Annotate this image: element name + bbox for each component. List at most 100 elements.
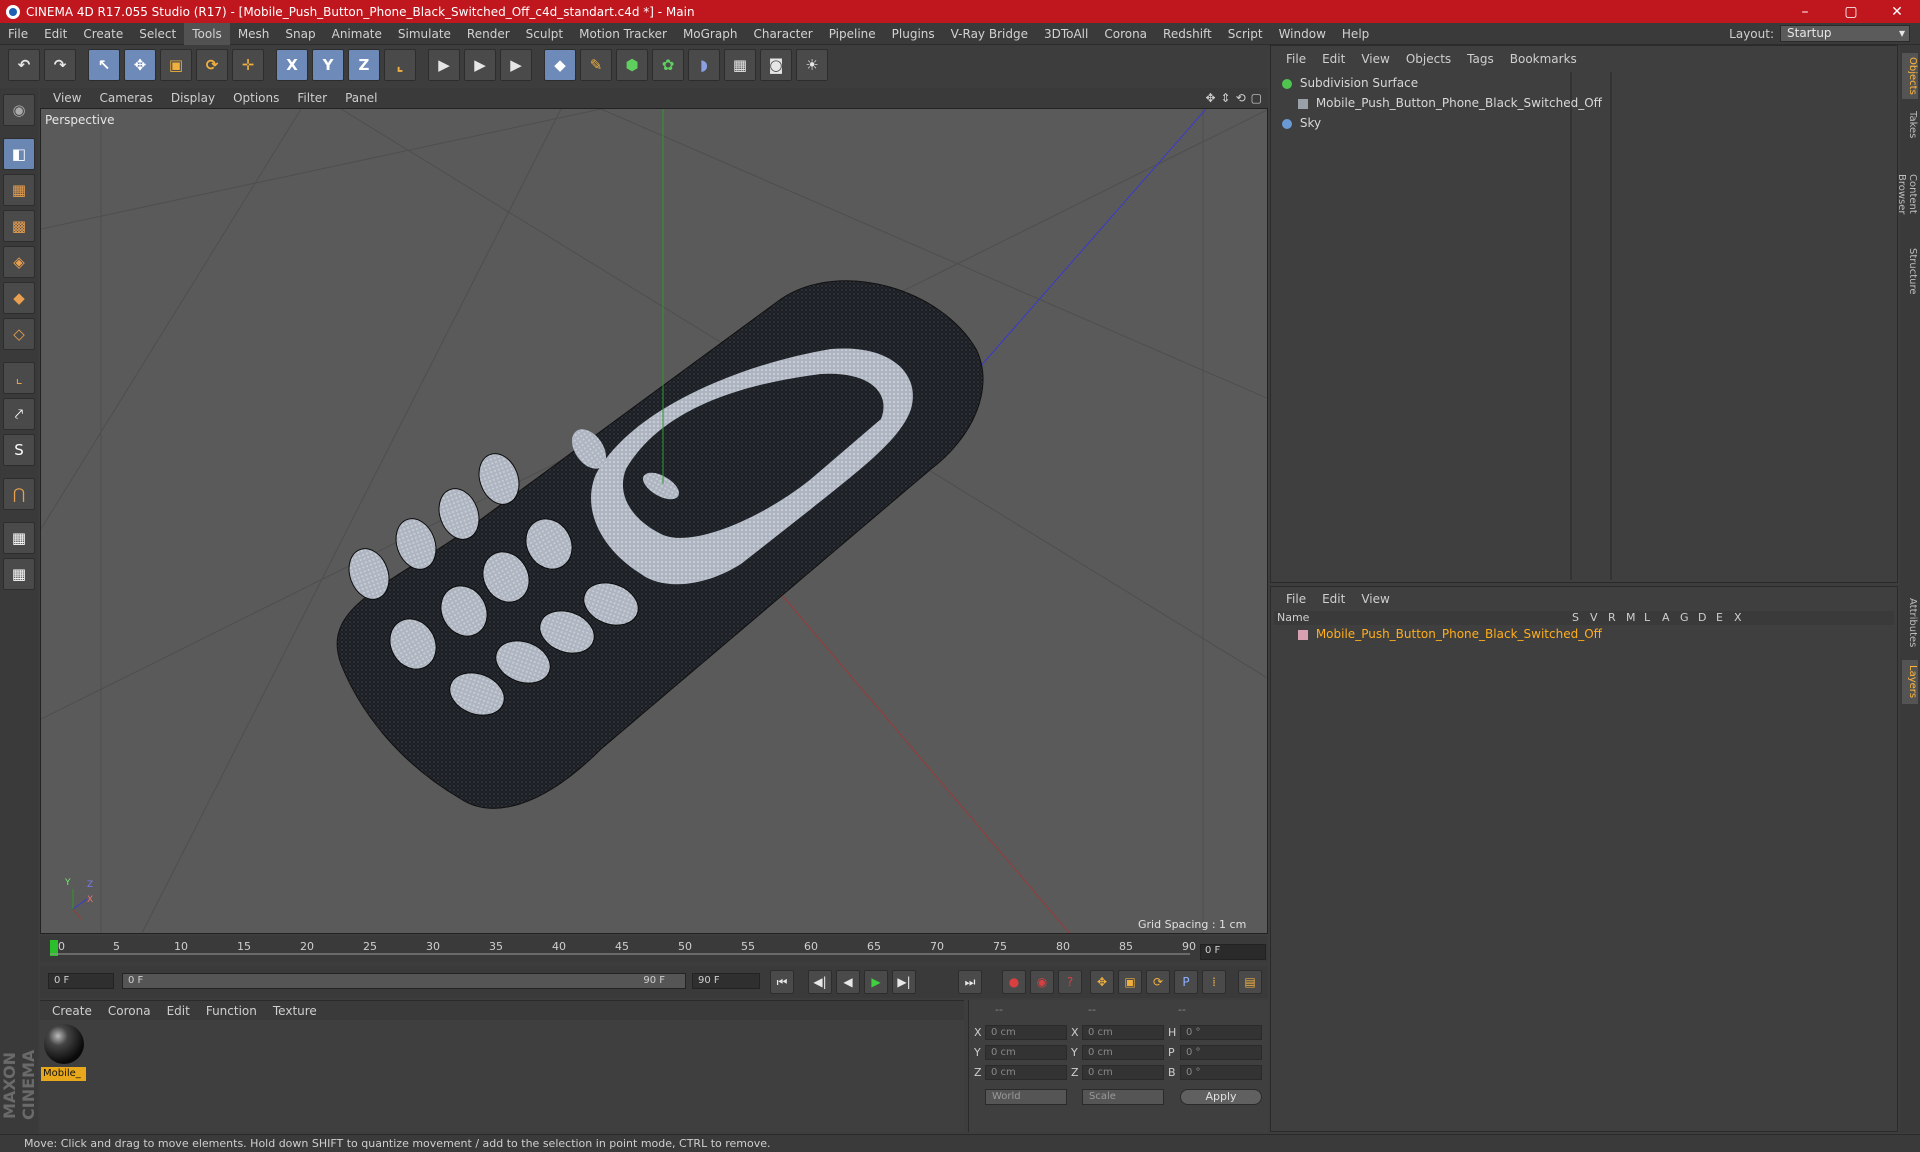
menu-animate[interactable]: Animate <box>324 23 390 45</box>
menu-vray-bridge[interactable]: V-Ray Bridge <box>943 23 1036 45</box>
objects-menu-bookmarks[interactable]: Bookmarks <box>1502 52 1585 66</box>
menu-redshift[interactable]: Redshift <box>1155 23 1220 45</box>
orbit-icon[interactable]: ⟲ <box>1236 91 1246 105</box>
render-picture-viewer-button[interactable]: ▶ <box>464 49 496 81</box>
menu-help[interactable]: Help <box>1334 23 1377 45</box>
scale-tool-button[interactable]: ▣ <box>160 49 192 81</box>
menu-script[interactable]: Script <box>1220 23 1271 45</box>
objects-menu-objects[interactable]: Objects <box>1398 52 1459 66</box>
tweak-mode-icon[interactable]: ⤤ <box>3 398 35 430</box>
key-parameter-icon[interactable]: P <box>1174 970 1198 994</box>
timeline-window-icon[interactable]: ▤ <box>1238 970 1262 994</box>
coordinate-system-button[interactable]: ⌞ <box>384 49 416 81</box>
menu-create[interactable]: Create <box>75 23 131 45</box>
timeline-ruler[interactable]: 0 5 10 15 20 25 30 35 40 45 50 55 60 65 … <box>40 936 1268 962</box>
rotation-b-field[interactable]: 0 ° <box>1180 1065 1262 1080</box>
maximize-view-icon[interactable]: ▢ <box>1251 91 1262 105</box>
edges-mode-icon[interactable]: ◆ <box>3 282 35 314</box>
layers-menu-file[interactable]: File <box>1278 592 1314 606</box>
autokey-icon[interactable]: ◉ <box>1030 970 1054 994</box>
cube-primitive-button[interactable]: ◆ <box>544 49 576 81</box>
objects-menu-file[interactable]: File <box>1278 52 1314 66</box>
record-icon[interactable]: ● <box>1002 970 1026 994</box>
menu-snap[interactable]: Snap <box>277 23 323 45</box>
play-button[interactable]: ▶ <box>864 970 888 994</box>
texture-mode-icon[interactable]: ▦ <box>3 174 35 206</box>
play-backwards-button[interactable]: ◀ <box>836 970 860 994</box>
menu-motion-tracker[interactable]: Motion Tracker <box>571 23 675 45</box>
go-to-start-button[interactable]: ⏮ <box>770 970 794 994</box>
menu-character[interactable]: Character <box>745 23 820 45</box>
render-settings-button[interactable]: ▶ <box>500 49 532 81</box>
perspective-viewport[interactable] <box>40 108 1268 934</box>
objects-menu-tags[interactable]: Tags <box>1459 52 1502 66</box>
select-tool-button[interactable]: ↖ <box>88 49 120 81</box>
key-scale-icon[interactable]: ▣ <box>1118 970 1142 994</box>
position-y-field[interactable]: 0 cm <box>985 1045 1067 1060</box>
position-z-field[interactable]: 0 cm <box>985 1065 1067 1080</box>
solo-mode-icon[interactable]: S <box>3 434 35 466</box>
zoom-icon[interactable]: ⇕ <box>1221 91 1231 105</box>
menu-render[interactable]: Render <box>459 23 518 45</box>
workplane-icon[interactable]: ▩ <box>3 210 35 242</box>
objects-menu-view[interactable]: View <box>1353 52 1397 66</box>
y-axis-button[interactable]: Y <box>312 49 344 81</box>
camera-button[interactable]: ◙ <box>760 49 792 81</box>
viewport-menu-panel[interactable]: Panel <box>336 91 386 105</box>
tab-layers[interactable]: Layers <box>1902 660 1918 704</box>
menu-pipeline[interactable]: Pipeline <box>821 23 884 45</box>
render-view-button[interactable]: ▶ <box>428 49 460 81</box>
points-mode-icon[interactable]: ◈ <box>3 246 35 278</box>
light-button[interactable]: ☀ <box>796 49 828 81</box>
size-y-field[interactable]: 0 cm <box>1082 1045 1164 1060</box>
live-select-button[interactable]: ✛ <box>232 49 264 81</box>
rotate-tool-button[interactable]: ⟳ <box>196 49 228 81</box>
z-axis-button[interactable]: Z <box>348 49 380 81</box>
menu-file[interactable]: File <box>0 23 36 45</box>
coordinate-mode-dropdown[interactable]: World <box>985 1089 1067 1105</box>
menu-window[interactable]: Window <box>1271 23 1334 45</box>
floor-button[interactable]: ▦ <box>724 49 756 81</box>
objects-menu-edit[interactable]: Edit <box>1314 52 1353 66</box>
x-axis-button[interactable]: X <box>276 49 308 81</box>
key-position-icon[interactable]: ✥ <box>1090 970 1114 994</box>
size-z-field[interactable]: 0 cm <box>1082 1065 1164 1080</box>
rotation-p-field[interactable]: 0 ° <box>1180 1045 1262 1060</box>
deformer-button[interactable]: ◗ <box>688 49 720 81</box>
menu-select[interactable]: Select <box>131 23 184 45</box>
menu-simulate[interactable]: Simulate <box>390 23 459 45</box>
pen-tool-button[interactable]: ✎ <box>580 49 612 81</box>
go-to-end-button[interactable]: ⏭ <box>958 970 982 994</box>
object-row-subdivision-surface[interactable]: Subdivision Surface <box>1274 74 1874 93</box>
tab-attributes[interactable]: Attributes <box>1902 590 1918 656</box>
menu-edit[interactable]: Edit <box>36 23 75 45</box>
menu-tools[interactable]: Tools <box>184 22 230 45</box>
material-menu-corona[interactable]: Corona <box>100 1004 159 1018</box>
layers-menu-edit[interactable]: Edit <box>1314 592 1353 606</box>
start-frame-field[interactable]: 0 F <box>48 973 114 989</box>
tab-structure[interactable]: Structure <box>1902 243 1918 299</box>
viewport-menu-cameras[interactable]: Cameras <box>90 91 161 105</box>
menu-3dtoall[interactable]: 3DToAll <box>1036 23 1096 45</box>
material-menu-edit[interactable]: Edit <box>159 1004 198 1018</box>
mograph-button[interactable]: ✿ <box>652 49 684 81</box>
menu-plugins[interactable]: Plugins <box>884 23 943 45</box>
model-mode-icon[interactable]: ◧ <box>3 138 35 170</box>
preview-range-slider[interactable]: 0 F 90 F <box>122 973 686 989</box>
viewport-menu-options[interactable]: Options <box>224 91 288 105</box>
viewport-menu-view[interactable]: View <box>44 91 90 105</box>
make-editable-icon[interactable]: ◉ <box>3 94 35 126</box>
tab-content-browser[interactable]: Content Browser <box>1896 149 1918 239</box>
end-frame-field[interactable]: 90 F <box>692 973 760 989</box>
size-x-field[interactable]: 0 cm <box>1082 1025 1164 1040</box>
layers-menu-view[interactable]: View <box>1353 592 1397 606</box>
viewport-menu-display[interactable]: Display <box>162 91 224 105</box>
material-preview-icon[interactable] <box>44 1024 84 1064</box>
tab-objects[interactable]: Objects <box>1902 53 1918 99</box>
subdivision-button[interactable]: ⬢ <box>616 49 648 81</box>
object-row-sky[interactable]: Sky <box>1274 114 1874 133</box>
current-frame-field[interactable]: 0 F <box>1200 944 1266 960</box>
position-x-field[interactable]: 0 cm <box>985 1025 1067 1040</box>
layout-dropdown[interactable]: Startup <box>1780 25 1910 42</box>
redo-button[interactable]: ↷ <box>44 49 76 81</box>
